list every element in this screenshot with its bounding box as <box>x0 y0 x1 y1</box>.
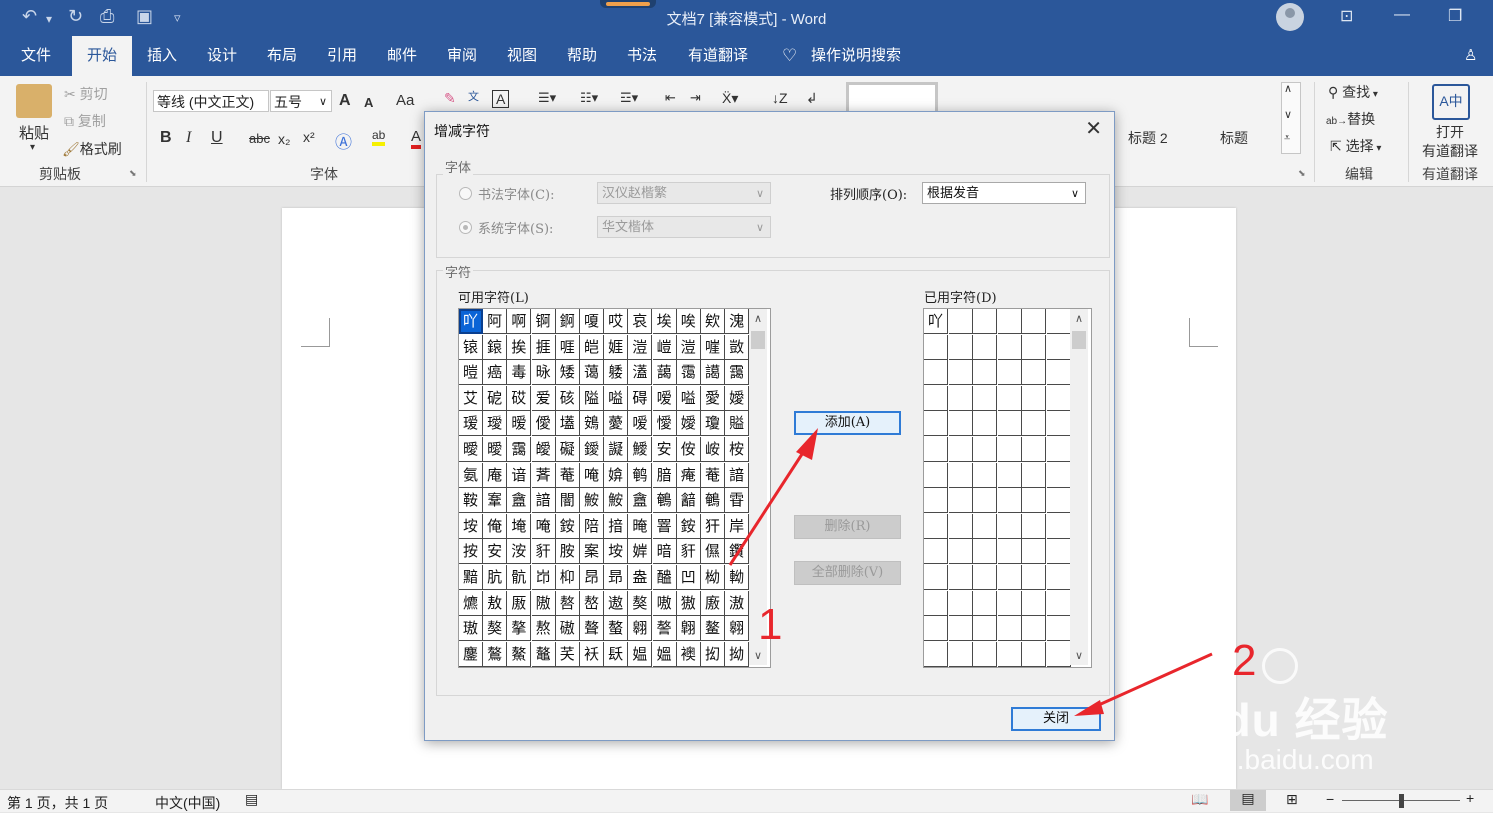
watermark-url: jingyan.baidu.com <box>1148 744 1374 775</box>
arrow-1-head <box>796 428 818 460</box>
arrow-2-head <box>1074 700 1104 716</box>
baidu-watermark: Baidu 经验 jingyan.baidu.com <box>1142 648 1442 788</box>
paw-icon <box>1262 648 1298 684</box>
arrow-1-line <box>728 447 808 566</box>
watermark-brand: Baidu 经验 <box>1148 694 1389 746</box>
annotation-number-1: 1 <box>758 600 783 649</box>
